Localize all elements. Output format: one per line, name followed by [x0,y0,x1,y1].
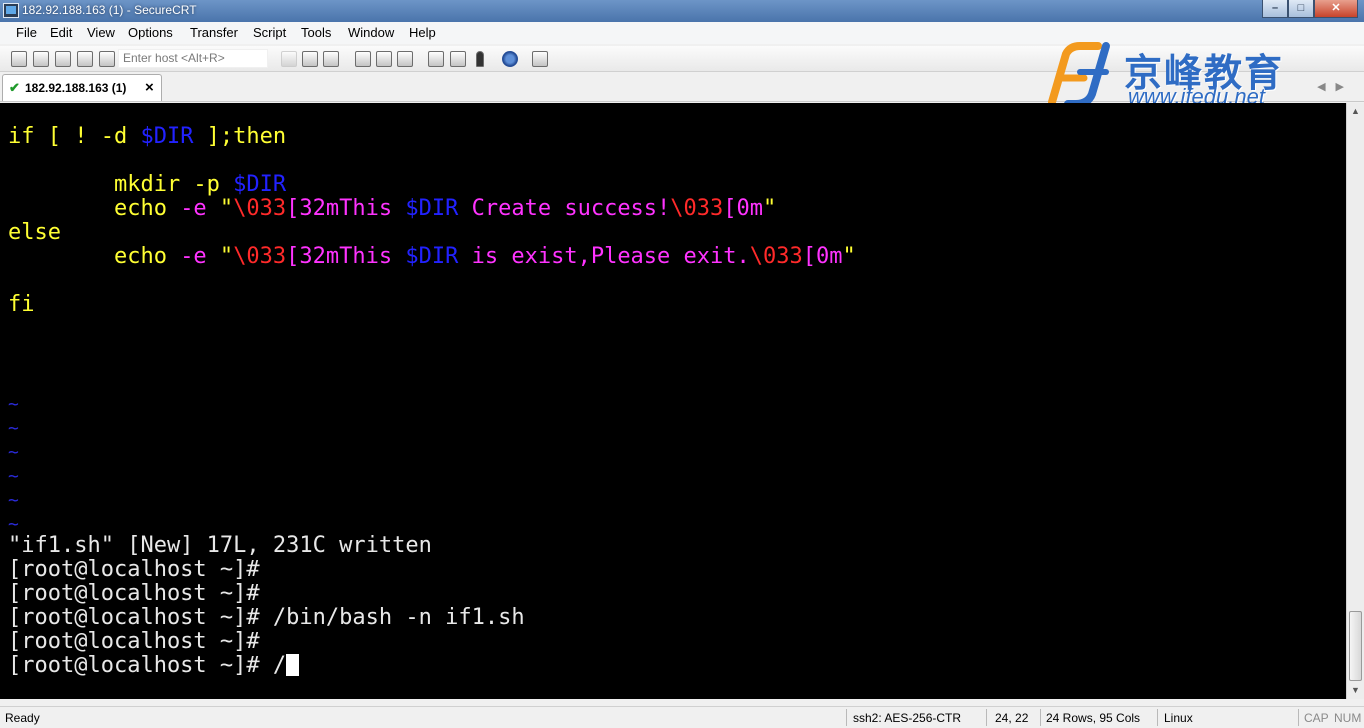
script-line-fi: fi [8,292,35,317]
session-tab-label: 182.92.188.163 (1) [25,81,127,95]
status-cursor-position: 24, 22 [995,711,1029,725]
host-input[interactable]: Enter host <Alt+R> [118,49,268,68]
scroll-down-icon[interactable]: ▼ [1347,682,1364,699]
vim-empty-line-tilde: ~ [8,442,19,463]
vim-empty-line-tilde: ~ [8,418,19,439]
status-caps-lock: CAP [1304,711,1329,725]
minimize-button[interactable]: – [1262,0,1288,18]
close-tab-icon[interactable]: × [145,79,154,96]
script-line-mkdir: mkdir -p $DIR [8,172,287,197]
find-icon[interactable] [323,51,339,67]
jfedu-logo-mark-icon [1048,42,1110,108]
scroll-up-icon[interactable]: ▲ [1347,103,1364,120]
script-line-if: if [ ! -d $DIR ];then [8,124,287,149]
print-selection-icon[interactable] [376,51,392,67]
status-separator [846,709,847,726]
status-separator [1298,709,1299,726]
sftp-icon[interactable] [532,51,548,67]
script-line-else: else [8,220,61,245]
shell-prompt-line: [root@localhost ~]# [8,629,260,654]
session-options-icon[interactable] [428,51,444,67]
status-separator [1040,709,1041,726]
window-controls: – □ ✕ [1262,0,1358,18]
shell-prompt-line: [root@localhost ~]# [8,581,260,606]
scrollbar-thumb[interactable] [1349,611,1362,681]
keymap-icon[interactable] [476,51,484,67]
shell-prompt-line: [root@localhost ~]# [8,557,260,582]
status-terminal-size: 24 Rows, 95 Cols [1046,711,1141,725]
connected-check-icon: ✔ [9,80,20,95]
script-line-echo-success: echo -e "\033[32mThis $DIR Create succes… [8,196,777,221]
global-options-icon[interactable] [450,51,466,67]
jfedu-watermark: 京峰教育 www.jfedu.net [1040,40,1330,110]
window-title: 182.92.188.163 (1) - SecureCRT [22,3,197,17]
menu-options[interactable]: Options [128,25,173,40]
menu-view[interactable]: View [87,25,115,40]
status-os: Linux [1164,711,1193,725]
status-cipher: ssh2: AES-256-CTR [853,711,962,725]
copy-icon[interactable] [281,51,297,67]
file-written-message: "if1.sh" [New] 17L, 231C written [8,533,432,558]
print-icon[interactable] [355,51,371,67]
menu-edit[interactable]: Edit [50,25,72,40]
session-tab[interactable]: ✔ 182.92.188.163 (1) × [2,74,162,101]
menu-tools[interactable]: Tools [301,25,331,40]
vim-empty-line-tilde: ~ [8,466,19,487]
disconnect-icon[interactable] [99,51,115,67]
connect-in-tab-icon[interactable] [55,51,71,67]
shell-command-line: [root@localhost ~]# /bin/bash -n if1.sh [8,605,525,630]
reconnect-icon[interactable] [77,51,93,67]
securecrt-window: 182.92.188.163 (1) - SecureCRT – □ ✕ Fil… [0,0,1364,728]
status-num-lock: NUM [1334,711,1362,725]
terminal-cursor [286,654,300,676]
status-separator [986,709,987,726]
help-icon[interactable] [502,51,518,67]
quick-connect-icon[interactable] [33,51,49,67]
shell-current-input-line: [root@localhost ~]# / [8,654,300,678]
printer-icon[interactable] [397,51,413,67]
paste-icon[interactable] [302,51,318,67]
menu-transfer[interactable]: Transfer [190,25,238,40]
connect-icon[interactable] [11,51,27,67]
terminal-screen[interactable]: if [ ! -d $DIR ];then mkdir -p $DIR echo… [0,103,1346,699]
menu-help[interactable]: Help [409,25,436,40]
vim-empty-line-tilde: ~ [8,490,19,511]
status-ready: Ready [5,711,40,725]
title-bar: 182.92.188.163 (1) - SecureCRT – □ ✕ [0,0,1364,22]
menu-script[interactable]: Script [253,25,286,40]
status-bar: Ready ssh2: AES-256-CTR 24, 22 24 Rows, … [0,706,1364,728]
status-separator [1157,709,1158,726]
script-line-echo-exist: echo -e "\033[32mThis $DIR is exist,Plea… [8,244,856,269]
app-icon [3,3,19,18]
close-window-button[interactable]: ✕ [1314,0,1358,18]
terminal-scrollbar[interactable]: ▲ ▼ [1346,103,1364,699]
maximize-button[interactable]: □ [1288,0,1314,18]
menu-window[interactable]: Window [348,25,394,40]
menu-file[interactable]: File [16,25,37,40]
vim-empty-line-tilde: ~ [8,394,19,415]
